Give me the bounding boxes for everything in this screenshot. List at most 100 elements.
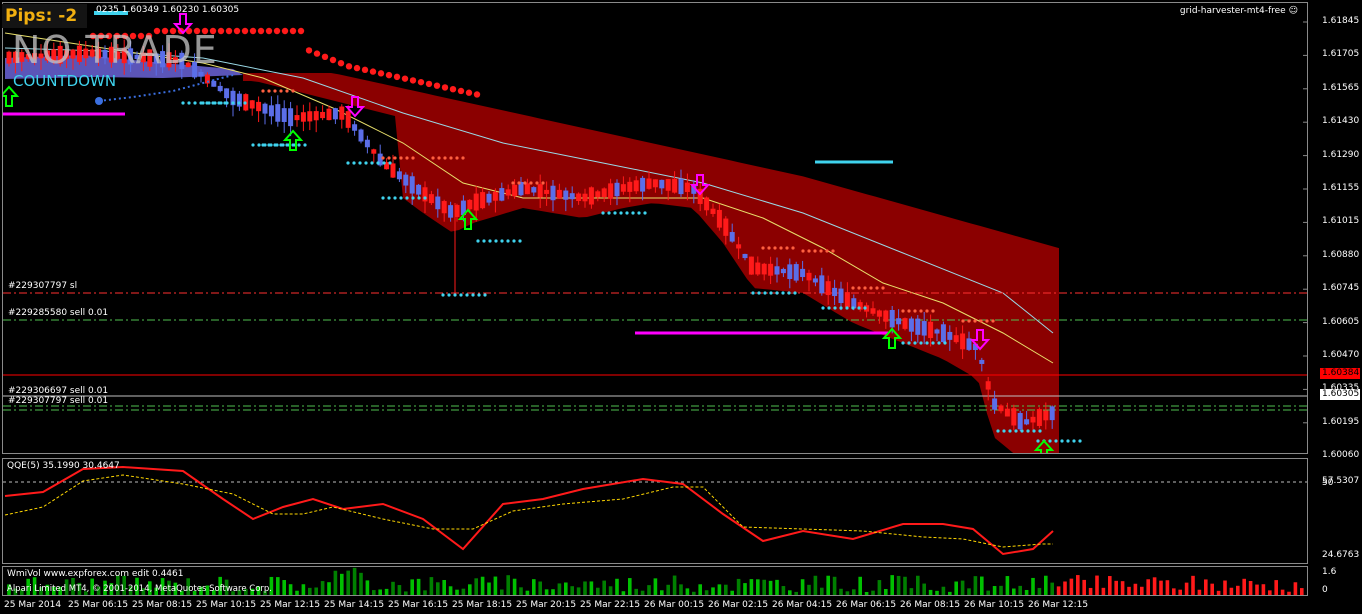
volume-bar	[461, 588, 466, 595]
resistance-dot	[411, 156, 415, 160]
bear-candle	[646, 178, 652, 189]
trade-line-label[interactable]: #229307797 sl	[8, 281, 77, 291]
bear-candle	[307, 111, 313, 122]
volume-bar	[1261, 584, 1266, 595]
volume-bar	[1287, 591, 1291, 595]
support-dot	[181, 101, 185, 105]
price-tick: 1.60880	[1322, 249, 1360, 260]
support-dot	[399, 196, 403, 200]
bear-candle	[556, 189, 562, 199]
resistance-dot	[901, 309, 905, 313]
trade-line-label[interactable]: #229285580 sell 0.01	[8, 308, 108, 318]
bull-candle	[288, 108, 294, 127]
support-dot	[821, 306, 825, 310]
support-dot	[1036, 439, 1040, 443]
volume-bar	[871, 590, 875, 595]
bear-candle	[716, 209, 722, 228]
volume-bar	[346, 570, 350, 595]
bull-candle	[236, 93, 242, 107]
support-dot	[291, 143, 295, 147]
resistance-dot	[819, 249, 823, 253]
bear-candle	[806, 272, 812, 281]
volume-bar	[621, 591, 626, 595]
bear-candle	[345, 111, 351, 128]
support-dot	[901, 341, 905, 345]
trade-line-label[interactable]: #229307797 sell 0.01	[8, 396, 108, 406]
volume-bar	[1293, 582, 1298, 595]
qqe-fast-line	[4, 465, 1054, 556]
qqe-indicator-pane[interactable]	[2, 458, 1308, 564]
support-dot	[996, 429, 1000, 433]
bull-candle	[364, 139, 370, 148]
volume-bar	[1037, 587, 1042, 595]
volume-bar	[442, 579, 446, 595]
resistance-dot	[931, 309, 935, 313]
volume-bar	[903, 576, 907, 595]
volume-bar	[845, 591, 850, 595]
volume-bar	[864, 591, 869, 595]
support-dot	[631, 211, 635, 215]
volume-bar	[576, 587, 581, 595]
support-dot	[453, 293, 457, 297]
support-dot	[476, 239, 480, 243]
bear-candle	[537, 184, 543, 198]
volume-bar	[749, 579, 754, 595]
support-dot	[1060, 439, 1064, 443]
pips-counter: Pips: -2	[2, 4, 87, 28]
bear-candle	[825, 281, 831, 296]
sar-dot	[249, 27, 257, 35]
support-dot	[769, 291, 773, 295]
resistance-dot	[919, 309, 923, 313]
support-dot	[937, 341, 941, 345]
bear-candle	[665, 179, 671, 191]
support-dot	[1002, 429, 1006, 433]
volume-bar	[1005, 576, 1010, 595]
volume-bar	[288, 584, 293, 595]
sar-dot	[345, 63, 353, 70]
resistance-dot	[279, 89, 283, 93]
volume-bar	[666, 584, 670, 595]
volume-bar	[1197, 589, 1202, 595]
volume-bar	[730, 590, 734, 595]
volume-bar	[1216, 590, 1221, 595]
support-dot	[845, 306, 849, 310]
sar-dot	[473, 91, 481, 98]
volume-bar	[1223, 580, 1227, 595]
support-dot	[231, 101, 235, 105]
volume-bar	[1101, 587, 1106, 595]
volume-bar	[909, 588, 914, 595]
volume-bar	[448, 586, 453, 595]
resistance-dot	[541, 181, 545, 185]
support-dot	[625, 211, 629, 215]
volume-bar	[301, 584, 306, 595]
bull-candle	[281, 108, 287, 122]
volume-bar	[487, 582, 491, 595]
bear-candle	[595, 191, 601, 198]
volume-level: 0	[1322, 585, 1328, 595]
support-dot	[775, 291, 779, 295]
copyright-label: Alpari Limited MT4, © 2001-2014, MetaQuo…	[7, 584, 272, 594]
trade-line-label[interactable]: #229306697 sell 0.01	[8, 386, 108, 396]
volume-bar	[429, 577, 434, 595]
volume-bar	[973, 576, 978, 595]
bull-candle	[812, 278, 818, 283]
volume-bar	[359, 572, 363, 595]
resistance-dot	[791, 246, 795, 250]
resistance-dot	[261, 89, 265, 93]
sar-dot	[313, 50, 321, 57]
resistance-dot	[801, 249, 805, 253]
resistance-dot	[405, 156, 409, 160]
volume-bar	[852, 589, 856, 595]
support-dot	[303, 143, 307, 147]
support-dot	[482, 239, 486, 243]
volume-bar	[1172, 588, 1176, 595]
bear-candle	[473, 193, 479, 211]
sar-dot	[241, 27, 249, 35]
resistance-dot	[535, 181, 539, 185]
volume-bar	[314, 587, 318, 595]
support-dot	[512, 239, 516, 243]
support-dot	[913, 341, 917, 345]
bear-candle	[326, 108, 332, 121]
price-tick: 1.60060	[1322, 450, 1360, 461]
resistance-dot	[267, 89, 271, 93]
